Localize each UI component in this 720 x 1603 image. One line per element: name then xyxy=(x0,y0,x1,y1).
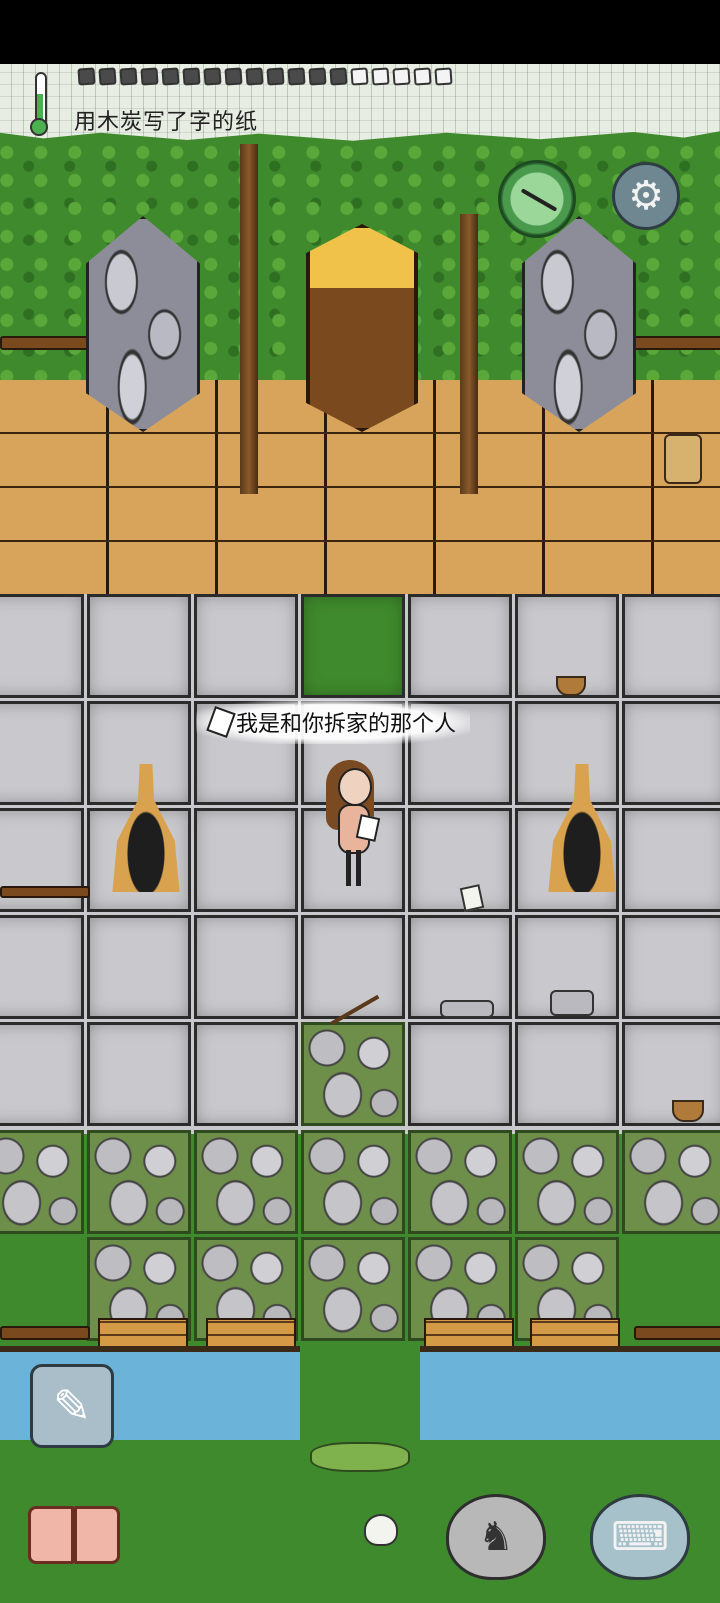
basket-item[interactable] xyxy=(664,434,702,484)
stone-tile xyxy=(408,808,512,912)
write-button[interactable]: ✎ xyxy=(30,1364,114,1448)
gear-icon: ⚙ xyxy=(628,173,664,219)
thermometer-icon xyxy=(30,72,48,136)
cobble-tile xyxy=(515,1130,619,1234)
wood-post xyxy=(460,214,478,494)
stone-tile xyxy=(622,915,720,1019)
food-pip xyxy=(77,67,96,86)
pencil-icon: ✎ xyxy=(52,1379,92,1433)
stone-tile xyxy=(194,808,298,912)
speech-bubble: 我是和你拆家的那个人 xyxy=(196,700,471,744)
cobble-tile xyxy=(301,1237,405,1341)
stone-tile xyxy=(408,1022,512,1126)
wood-post xyxy=(240,144,258,494)
status-bar xyxy=(0,0,720,64)
fence xyxy=(0,1326,90,1340)
food-pip xyxy=(161,67,180,86)
wooden-box[interactable] xyxy=(306,224,418,432)
stone-tile xyxy=(87,594,191,698)
book-icon xyxy=(28,1506,74,1564)
stone-tile xyxy=(301,915,405,1019)
food-pip xyxy=(266,67,285,86)
food-pip xyxy=(203,67,222,86)
stone-tile xyxy=(408,594,512,698)
stone-tile xyxy=(194,594,298,698)
stone-tile xyxy=(194,915,298,1019)
emote-button[interactable]: ♞ xyxy=(446,1494,546,1580)
stone-tile xyxy=(87,915,191,1019)
food-pip xyxy=(119,67,138,86)
skull-item[interactable] xyxy=(364,1514,398,1546)
held-note-icon xyxy=(355,814,381,842)
compass-icon[interactable] xyxy=(498,160,576,238)
food-pip xyxy=(413,67,432,86)
food-pip xyxy=(329,67,348,86)
fence xyxy=(630,336,720,350)
river[interactable] xyxy=(420,1346,720,1440)
cobble-tile xyxy=(301,1022,405,1126)
food-pip xyxy=(98,67,117,86)
food-pip xyxy=(224,67,243,86)
food-meter xyxy=(77,67,453,86)
food-pip xyxy=(308,67,327,86)
settings-button[interactable]: ⚙ xyxy=(612,162,680,230)
food-pip xyxy=(140,67,159,86)
keyboard-icon: ⌨ xyxy=(611,1514,669,1560)
speech-text: 我是和你拆家的那个人 xyxy=(236,712,457,737)
food-pip xyxy=(182,67,201,86)
stone-tile xyxy=(0,915,84,1019)
food-pip xyxy=(392,67,411,86)
cobble-tile xyxy=(87,1130,191,1234)
food-pip xyxy=(371,67,390,86)
held-item-label: 用木炭写了字的纸 xyxy=(74,110,259,135)
bowl-item[interactable] xyxy=(556,676,586,696)
reed-bundle-item[interactable] xyxy=(310,1442,410,1472)
stone-tile xyxy=(515,1022,619,1126)
stone-tile xyxy=(622,594,720,698)
cobble-tile xyxy=(622,1130,720,1234)
long-shaft[interactable] xyxy=(0,886,90,898)
stone-tile xyxy=(194,1022,298,1126)
fence xyxy=(634,1326,720,1340)
stone-tile xyxy=(515,701,619,805)
cobble-tile xyxy=(194,1130,298,1234)
food-pip xyxy=(350,67,369,86)
stone-tile xyxy=(0,594,84,698)
stone-pile-item[interactable] xyxy=(550,990,594,1016)
player-character[interactable] xyxy=(324,760,384,890)
stone-tile xyxy=(622,808,720,912)
keyboard-button[interactable]: ⌨ xyxy=(590,1494,690,1580)
cobble-tile xyxy=(301,1130,405,1234)
recipe-book-button[interactable] xyxy=(28,1500,124,1570)
stone-tile xyxy=(87,1022,191,1126)
food-pip xyxy=(434,67,453,86)
flat-stone-item[interactable] xyxy=(440,1000,494,1018)
fence xyxy=(0,336,90,350)
food-pip xyxy=(245,67,264,86)
stone-tile xyxy=(622,701,720,805)
cobble-tile xyxy=(0,1130,84,1234)
cobble-tile xyxy=(408,1130,512,1234)
bowl-item[interactable] xyxy=(672,1100,704,1122)
puppet-icon: ♞ xyxy=(478,1514,514,1560)
paper-icon xyxy=(206,706,236,738)
stone-tile xyxy=(0,1022,84,1126)
food-pip xyxy=(287,67,306,86)
stone-tile xyxy=(301,594,405,698)
stone-tile xyxy=(0,701,84,805)
stone-tile xyxy=(622,1022,720,1126)
